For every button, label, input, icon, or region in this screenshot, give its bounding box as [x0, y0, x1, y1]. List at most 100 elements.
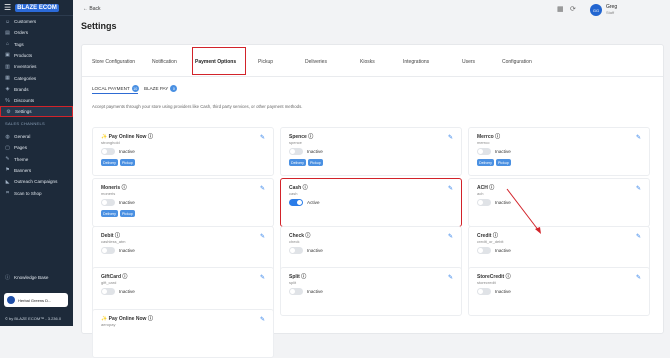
- status-toggle[interactable]: [101, 288, 115, 295]
- sidebar-item-customers[interactable]: ☺ Customers: [0, 16, 73, 27]
- payment-card: ✨ Pay Online Now ⓘ stronghold ✎ Inactive Del…: [92, 127, 274, 176]
- status-toggle[interactable]: [477, 247, 491, 254]
- info-icon: ⓘ: [308, 134, 314, 140]
- payment-card: Merrco ⓘ merrco ✎ Inactive Delivery Pickup: [468, 127, 650, 176]
- sidebar-item-pages[interactable]: ▢ Pages: [0, 142, 73, 153]
- info-icon: ⓘ: [147, 316, 153, 322]
- pickup-chip: Pickup: [307, 159, 323, 166]
- card-code: credit_or_debit: [477, 239, 504, 244]
- tab-integrations[interactable]: Integrations: [403, 59, 429, 65]
- sales-channels-heading[interactable]: SALES CHANNELS: [5, 121, 45, 126]
- payment-card: ACH ⓘ ach ✎ Inactive: [468, 178, 650, 227]
- sidebar-item-categories[interactable]: ▦ Categories: [0, 73, 73, 84]
- status-toggle[interactable]: [101, 148, 115, 155]
- payment-card: ✨ Pay Online Now ⓘ aeropay ✎: [92, 309, 274, 358]
- brand-icon: ◈: [5, 86, 10, 93]
- tag-icon: ⌂: [5, 41, 10, 48]
- info-icon: ⓘ: [121, 185, 127, 191]
- edit-icon[interactable]: ✎: [448, 274, 453, 281]
- calendar-icon[interactable]: ▦: [557, 5, 564, 13]
- knowledge-base-link[interactable]: ⓘ Knowledge Base: [0, 272, 73, 283]
- sidebar-item-settings[interactable]: ⚙ Settings: [0, 106, 73, 118]
- percent-icon: %: [5, 97, 10, 104]
- payment-card: Spence ⓘ spence ✎ Inactive Delivery Pickup: [280, 127, 462, 176]
- sidebar-item-theme[interactable]: ✎ Theme: [0, 154, 73, 165]
- edit-icon[interactable]: ✎: [636, 274, 641, 281]
- megaphone-icon: ◣: [5, 178, 10, 185]
- scan-icon: ⌗: [6, 190, 9, 196]
- sidebar-item-products[interactable]: ▣ Products: [0, 50, 73, 61]
- status-toggle[interactable]: [289, 199, 303, 206]
- tab-kiosks[interactable]: Kiosks: [360, 59, 375, 65]
- status-toggle[interactable]: [477, 288, 491, 295]
- red-arrow: [506, 188, 541, 234]
- version-text: © by BLAZE ECOM™ - 3.236.0: [5, 316, 62, 321]
- status-toggle[interactable]: [477, 148, 491, 155]
- sidebar-item-discounts[interactable]: % Discounts: [0, 95, 73, 106]
- edit-icon[interactable]: ✎: [636, 134, 641, 141]
- payment-card: Split ⓘ split ✎ Inactive: [280, 267, 462, 316]
- status-toggle[interactable]: [289, 247, 303, 254]
- card-name: Credit ⓘ: [477, 233, 498, 239]
- edit-icon[interactable]: ✎: [260, 233, 265, 240]
- gear-icon: ⚙: [6, 108, 11, 115]
- status-label: Inactive: [119, 289, 135, 294]
- tab-local-payment[interactable]: LOCAL PAYMENT 10: [92, 85, 139, 92]
- edit-icon[interactable]: ✎: [260, 316, 265, 323]
- hamburger-icon[interactable]: ☰: [4, 3, 11, 12]
- settings-panel: Store Configuration Notification Payment O…: [81, 44, 664, 358]
- status-label: Inactive: [307, 289, 323, 294]
- tab-store-configuration[interactable]: Store Configuration: [92, 59, 135, 65]
- edit-icon[interactable]: ✎: [636, 185, 641, 192]
- card-code: stronghold: [101, 140, 120, 145]
- sidebar-item-outreach-campaigns[interactable]: ◣ Outreach Campaigns: [0, 176, 73, 187]
- edit-icon[interactable]: ✎: [260, 185, 265, 192]
- tab-blaze-pay[interactable]: BLAZE PAY 0: [144, 85, 178, 92]
- tab-configuration[interactable]: Configuration: [502, 59, 532, 65]
- status-label: Inactive: [307, 149, 323, 154]
- status-toggle[interactable]: [101, 247, 115, 254]
- card-name: Merrco ⓘ: [477, 134, 501, 140]
- edit-icon[interactable]: ✎: [636, 233, 641, 240]
- back-button[interactable]: ← Back: [83, 6, 101, 12]
- sidebar-item-brands[interactable]: ◈ Brands: [0, 84, 73, 95]
- refresh-icon[interactable]: ⟳: [570, 5, 576, 13]
- logo: ☰ BLAZE ECOM: [0, 0, 73, 16]
- flag-icon: ⚑: [5, 167, 10, 174]
- status-label: Inactive: [495, 289, 511, 294]
- edit-icon[interactable]: ✎: [448, 233, 453, 240]
- status-label: Inactive: [119, 248, 135, 253]
- edit-icon[interactable]: ✎: [448, 185, 453, 192]
- store-selector[interactable]: Herbal Greens D...: [4, 293, 68, 307]
- sidebar-item-general[interactable]: ◍ General: [0, 131, 73, 142]
- user-menu[interactable]: GG Greg Staff: [590, 4, 617, 16]
- status-label: Inactive: [495, 149, 511, 154]
- card-name: Moneris ⓘ: [101, 185, 127, 191]
- edit-icon[interactable]: ✎: [448, 134, 453, 141]
- tab-notification[interactable]: Notification: [152, 59, 177, 65]
- card-code: spence: [289, 140, 302, 145]
- status-toggle[interactable]: [289, 148, 303, 155]
- sidebar-item-tags[interactable]: ⌂ Tags: [0, 39, 73, 50]
- sidebar-item-scan-to-shop[interactable]: ⌗ Scan to Shop: [0, 188, 73, 199]
- status-toggle[interactable]: [101, 199, 115, 206]
- card-name: Check ⓘ: [289, 233, 311, 239]
- pickup-chip: Pickup: [119, 210, 135, 217]
- sidebar-item-banners[interactable]: ⚑ Banners: [0, 165, 73, 176]
- edit-icon[interactable]: ✎: [260, 274, 265, 281]
- tab-pickup[interactable]: Pickup: [258, 59, 273, 65]
- edit-icon[interactable]: ✎: [260, 134, 265, 141]
- card-name: ✨ Pay Online Now ⓘ: [101, 316, 153, 322]
- status-toggle[interactable]: [477, 199, 491, 206]
- delivery-chip: Delivery: [101, 210, 118, 217]
- sidebar-item-inventories[interactable]: ▥ Inventories: [0, 61, 73, 72]
- info-icon: ⓘ: [505, 274, 511, 280]
- tab-users[interactable]: Users: [462, 59, 475, 65]
- status-label: Inactive: [119, 200, 135, 205]
- sidebar-item-orders[interactable]: ▤ Orders: [0, 27, 73, 38]
- tab-deliveries[interactable]: Deliveries: [305, 59, 327, 65]
- status-toggle[interactable]: [289, 288, 303, 295]
- globe-icon: ◍: [5, 133, 10, 140]
- delivery-chip: Delivery: [101, 159, 118, 166]
- info-icon: ⓘ: [489, 185, 495, 191]
